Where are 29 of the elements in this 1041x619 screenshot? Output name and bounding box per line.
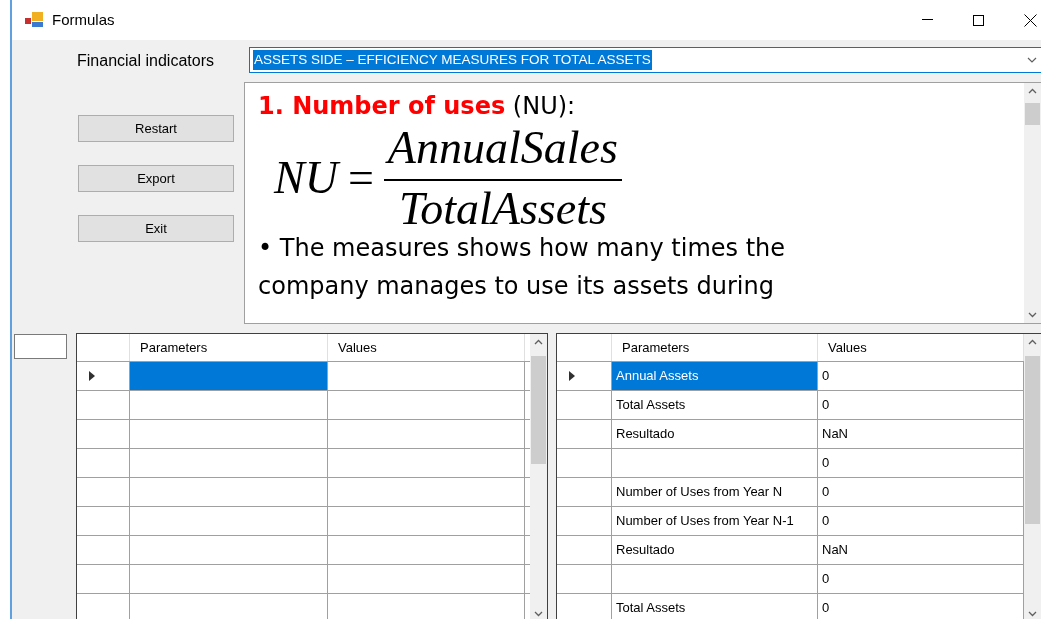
scrollbar[interactable]	[530, 334, 547, 619]
table-cell[interactable]: Annual Assets	[612, 362, 818, 390]
scroll-thumb[interactable]	[1025, 356, 1040, 524]
scroll-up-icon[interactable]	[1028, 339, 1037, 345]
action-button[interactable]: Exit	[78, 215, 234, 242]
minimize-icon[interactable]	[922, 19, 933, 21]
maximize-icon[interactable]	[973, 14, 984, 26]
scrollbar[interactable]	[1024, 83, 1041, 323]
scroll-down-icon[interactable]	[1028, 611, 1037, 617]
scroll-up-icon[interactable]	[534, 339, 543, 345]
indicator-dropdown[interactable]: ASSETS SIDE – EFFICIENCY MEASURES FOR TOTAL ASSETS	[249, 47, 1041, 73]
chevron-down-icon[interactable]	[1027, 57, 1037, 63]
scrollbar[interactable]	[1024, 334, 1041, 619]
action-button[interactable]: Restart	[78, 115, 234, 142]
table-cell[interactable]	[130, 362, 328, 390]
scroll-thumb[interactable]	[531, 356, 546, 464]
indicator-label: Financial indicators	[77, 51, 215, 71]
description-text: • The measures shows how many times the company manages to use its assets during	[258, 233, 787, 302]
formula-heading: 1. Number of uses (NU):	[258, 91, 577, 121]
scroll-up-icon[interactable]	[1028, 88, 1037, 94]
window-title: Formulas	[52, 9, 115, 30]
text-field[interactable]	[14, 334, 67, 359]
app-icon	[25, 12, 43, 28]
scroll-down-icon[interactable]	[1028, 312, 1037, 318]
close-icon[interactable]	[1024, 13, 1037, 27]
scroll-down-icon[interactable]	[534, 611, 543, 617]
scroll-thumb[interactable]	[1025, 103, 1040, 125]
dropdown-value: ASSETS SIDE – EFFICIENCY MEASURES FOR TOTAL ASSETS	[253, 49, 652, 71]
action-button[interactable]: Export	[78, 165, 234, 192]
